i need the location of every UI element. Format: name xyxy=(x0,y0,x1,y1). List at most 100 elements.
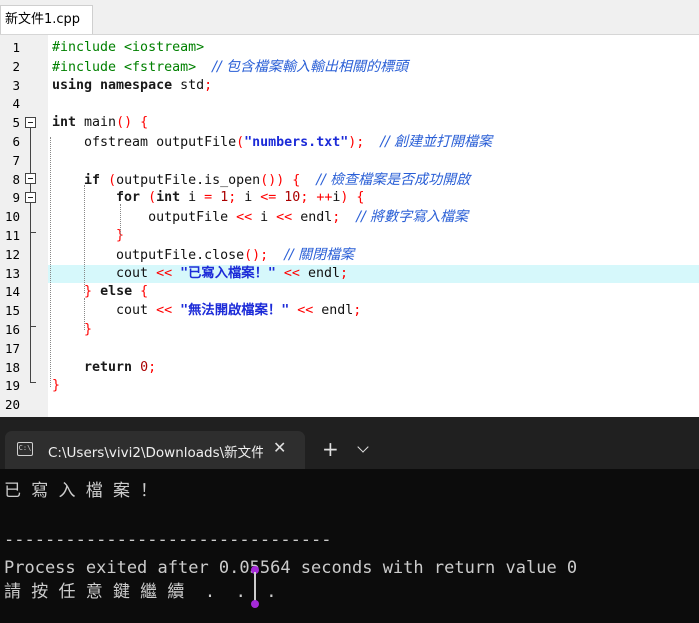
line-number: 3 xyxy=(12,77,20,93)
code-line[interactable]: 1 #include <iostream> xyxy=(0,39,699,58)
code-token: ) { xyxy=(340,190,365,206)
code-token: #include <fstream> xyxy=(52,59,197,75)
terminal-tab[interactable]: C:\ C:\Users\vivi2\Downloads\新文件1.exe ✕ xyxy=(5,431,305,469)
line-number: 8 xyxy=(12,171,20,187)
code-token: cout xyxy=(52,303,157,319)
code-token: } xyxy=(84,322,93,337)
code-line[interactable]: 20 xyxy=(0,396,699,415)
code-line[interactable]: 6 ofstream outputFile("numbers.txt"); //… xyxy=(0,133,699,152)
code-line[interactable]: 12 outputFile.close(); // 關閉檔案 xyxy=(0,246,699,265)
editor-tab-bar: 新文件1.cpp xyxy=(0,0,699,35)
line-number: 15 xyxy=(4,303,20,319)
line-number: 1 xyxy=(12,40,20,55)
selection-handle-bottom[interactable] xyxy=(251,600,259,608)
console-window[interactable]: C:\ C:\Users\vivi2\Downloads\新文件1.exe ✕ … xyxy=(0,417,699,623)
code-token: ; xyxy=(353,303,362,319)
code-line[interactable]: 15 cout << "無法開啟檔案！" << endl; xyxy=(0,302,699,321)
line-number: 17 xyxy=(4,340,20,356)
code-line[interactable]: 18 return 0; xyxy=(0,359,699,378)
code-line[interactable]: 7 xyxy=(0,152,699,171)
code-line[interactable]: 11 } xyxy=(0,227,699,246)
code-line[interactable]: 4 xyxy=(0,95,699,114)
code-token: ; xyxy=(339,265,348,281)
code-token: << xyxy=(236,210,253,226)
code-token: outputFile.is_open xyxy=(116,172,261,188)
code-token: endl xyxy=(299,265,340,281)
code-text: outputFile.close(); // 關閉檔案 xyxy=(52,246,354,266)
code-token: return xyxy=(84,359,133,375)
indent-guide-main xyxy=(50,137,51,387)
code-text: #include <fstream> // 包含檔案輸入輸出相關的標頭 xyxy=(52,58,408,78)
code-token: i xyxy=(180,190,205,206)
code-token: else xyxy=(100,284,133,300)
code-token: i xyxy=(236,190,261,206)
code-line[interactable]: 5 int main() { xyxy=(0,114,699,133)
terminal-tab-title: C:\Users\vivi2\Downloads\新文件1.exe xyxy=(48,445,263,461)
line-number: 11 xyxy=(4,228,20,243)
code-token: ( xyxy=(148,190,157,206)
text-cursor xyxy=(254,572,256,602)
code-token: << xyxy=(283,265,300,281)
code-line[interactable]: 3 using namespace std; xyxy=(0,77,699,96)
code-token: // 關閉檔案 xyxy=(284,246,355,263)
code-line[interactable]: 9 for (int i = 1; i <= 10; ++i) { xyxy=(0,189,699,208)
editor-tab-file[interactable]: 新文件1.cpp xyxy=(0,5,93,34)
code-token: i xyxy=(252,210,277,226)
close-icon[interactable]: ✕ xyxy=(273,438,286,457)
code-token: #include <iostream> xyxy=(52,40,205,55)
code-line[interactable]: 19} xyxy=(0,377,699,396)
indent-guide-else xyxy=(84,298,85,330)
line-number: 18 xyxy=(4,359,20,375)
line-number: 6 xyxy=(12,134,20,149)
code-text: } else { xyxy=(52,283,148,302)
code-token: // 包含檔案輸入輸出相關的標頭 xyxy=(212,58,409,75)
chevron-down-icon[interactable] xyxy=(357,441,369,453)
line-number: 16 xyxy=(4,322,20,337)
line-number: 9 xyxy=(12,190,20,206)
code-text: using namespace std; xyxy=(52,77,212,96)
code-token: endl xyxy=(292,210,333,226)
code-token: (); xyxy=(244,247,269,263)
code-text: } xyxy=(52,227,124,246)
code-text: #include <iostream> xyxy=(52,39,204,58)
new-tab-button[interactable]: + xyxy=(322,437,339,461)
code-line[interactable]: 2 #include <fstream> // 包含檔案輸入輸出相關的標頭 xyxy=(0,58,699,77)
fold-toggle-for[interactable] xyxy=(25,192,36,203)
code-text: return 0; xyxy=(52,359,156,378)
code-token: ; xyxy=(204,77,213,93)
fold-toggle-main[interactable] xyxy=(25,117,36,128)
code-text: cout << "無法開啟檔案！" << endl; xyxy=(52,302,361,321)
code-line[interactable]: 17 xyxy=(0,340,699,359)
code-token: = xyxy=(204,190,213,206)
code-line[interactable]: 13 cout << "已寫入檔案！" << endl; xyxy=(0,265,699,284)
code-text: cout << "已寫入檔案！" << endl; xyxy=(52,265,348,284)
code-token: "numbers.txt" xyxy=(244,135,349,150)
code-line[interactable]: 14 } else { xyxy=(0,283,699,302)
code-line[interactable]: 16 } xyxy=(0,321,699,340)
code-token: ; xyxy=(148,359,157,375)
code-text: } xyxy=(52,321,92,340)
fold-toggle-if[interactable] xyxy=(25,173,36,184)
code-token: int xyxy=(52,115,77,131)
code-editor[interactable]: 1 #include <iostream> 2 #include <fstream> … xyxy=(0,35,699,417)
prompt-line: 請 按 任 意 鍵 繼 續 . . . xyxy=(4,582,277,602)
code-token: cout xyxy=(52,265,157,281)
code-line[interactable]: 10 outputFile << i << endl; // 將數字寫入檔案 xyxy=(0,208,699,227)
code-token: // 檢查檔案是否成功開啟 xyxy=(316,171,471,188)
code-token: outputFile xyxy=(52,210,237,226)
code-line[interactable]: 8 if (outputFile.is_open()) { // 檢查檔案是否成… xyxy=(0,171,699,190)
line-number: 10 xyxy=(4,209,20,225)
code-token: "無法開啟檔案！" xyxy=(180,303,290,319)
code-token: } xyxy=(52,378,61,394)
process-exit-line: Process exited after 0.05564 seconds wit… xyxy=(4,558,578,578)
code-token: ); xyxy=(348,135,365,150)
code-token: int xyxy=(156,190,181,206)
